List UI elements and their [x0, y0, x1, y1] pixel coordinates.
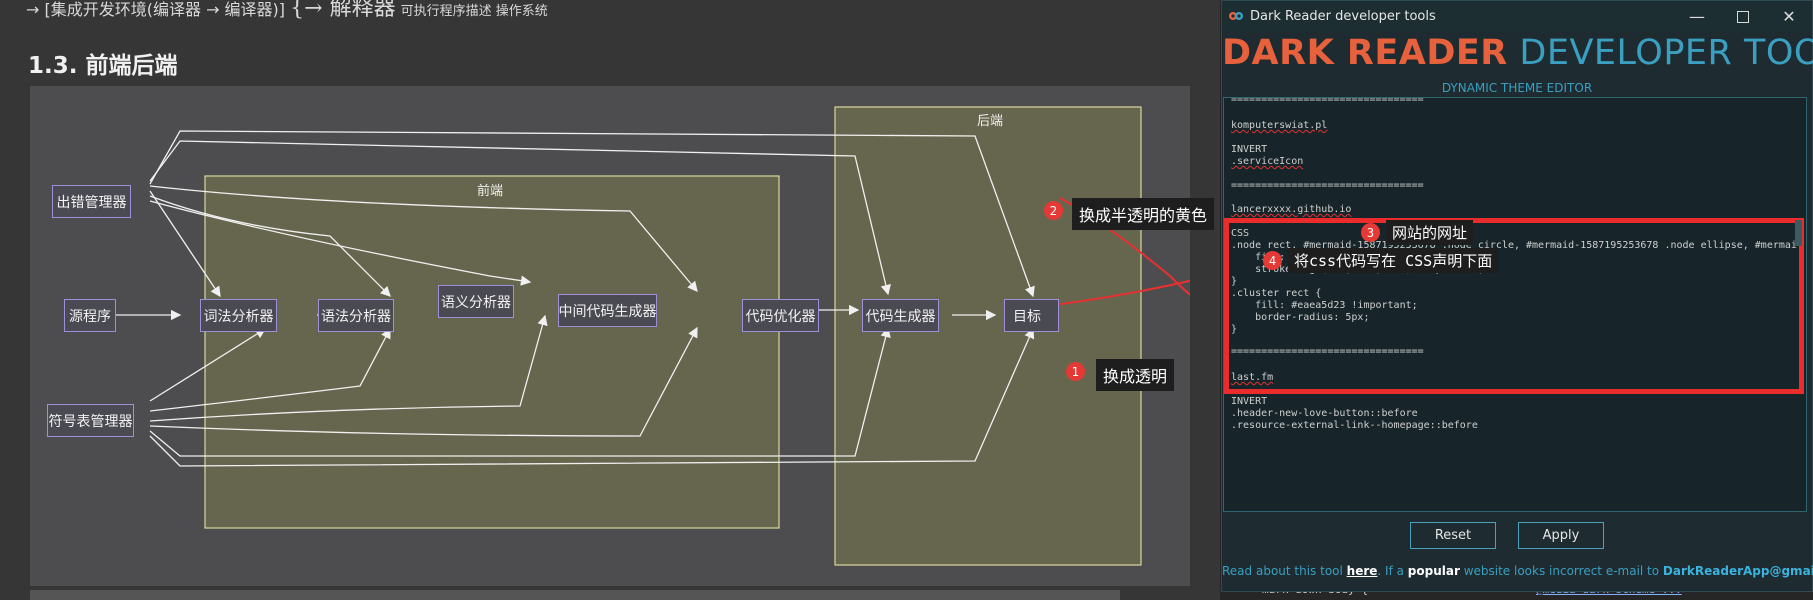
fragment-small: 可执行程序描述 操作系统 — [400, 4, 548, 19]
node-parser: 语法分析器 — [318, 299, 394, 332]
footer-pre: Read about this tool — [1222, 564, 1347, 578]
dark-reader-window: Dark Reader developer tools — ✕ DARK REA… — [1221, 0, 1813, 592]
window-title: Dark Reader developer tools — [1250, 9, 1436, 24]
annotation-1-text: 换成透明 — [1096, 359, 1175, 391]
code-selector: .resource-external-link--homepage::befor… — [1231, 420, 1478, 431]
footer-text: Read about this tool here. If a popular … — [1222, 564, 1813, 578]
node-target: 目标 — [1004, 299, 1059, 332]
node-semantic: 语义分析器 — [438, 285, 514, 318]
code-separator: ================================ — [1231, 180, 1424, 191]
node-lexer: 词法分析器 — [200, 299, 277, 332]
node-ir-generator: 中间代码生成器 — [558, 294, 657, 327]
brand-rest: DEVELOPER TOOLS — [1519, 33, 1813, 73]
subtitle: DYNAMIC THEME EDITOR — [1441, 81, 1593, 95]
reset-button[interactable]: Reset — [1410, 522, 1496, 549]
node-optimizer: 代码优化器 — [742, 299, 819, 332]
horizontal-scrollbar[interactable] — [30, 590, 1120, 600]
title-bar[interactable]: Dark Reader developer tools — ✕ — [1222, 1, 1812, 32]
node-codegen: 代码生成器 — [862, 299, 939, 332]
document-pane: → [集成开发环境(编译器 → 编译器)] {→ 解释器 可执行程序描述 操作系… — [0, 0, 1220, 600]
close-button[interactable]: ✕ — [1766, 1, 1812, 32]
theme-editor-textarea[interactable]: ================================ kompute… — [1223, 97, 1807, 512]
frontend-label: 前端 — [476, 184, 503, 199]
code-keyword: INVERT — [1231, 396, 1268, 407]
close-icon: ✕ — [1782, 7, 1796, 26]
fragment-brace: {→ 解释器 — [290, 0, 396, 21]
top-formula-fragment: → [集成开发环境(编译器 → 编译器)] {→ 解释器 可执行程序描述 操作系… — [26, 0, 548, 22]
footer-email-link[interactable]: DarkReaderApp@gmail.com — [1663, 564, 1813, 578]
maximize-icon — [1737, 10, 1749, 23]
backend-label: 后端 — [976, 114, 1003, 129]
fragment-left: → [集成开发环境(编译器 → 编译器)] — [26, 0, 286, 19]
highlight-box — [1224, 218, 1804, 394]
minimize-icon: — — [1689, 7, 1705, 26]
node-source: 源程序 — [64, 299, 116, 332]
annotation-2-badge: 2 — [1044, 201, 1063, 220]
section-heading: 1.3. 前端后端 — [28, 53, 178, 79]
maximize-button[interactable] — [1720, 1, 1766, 32]
footer-here-link[interactable]: here — [1347, 564, 1378, 578]
code-site: komputerswiat.pl — [1231, 120, 1328, 131]
node-symbol-table: 符号表管理器 — [47, 404, 134, 437]
code-site: lancerxxxx.github.io — [1231, 204, 1352, 215]
annotation-3-text: 网站的网址 — [1386, 220, 1474, 245]
frontend-cluster — [204, 175, 780, 529]
code-separator: ================================ — [1231, 97, 1424, 105]
footer-mid2: website looks incorrect e-mail to — [1459, 564, 1663, 578]
minimize-button[interactable]: — — [1674, 1, 1720, 32]
node-error-manager: 出错管理器 — [52, 185, 131, 218]
annotation-2-text: 换成半透明的黄色 — [1072, 198, 1215, 230]
brand-main: DARK READER — [1222, 33, 1508, 73]
dark-reader-logo-icon — [1229, 12, 1243, 20]
annotation-1-badge: 1 — [1066, 362, 1085, 381]
editor-scrollbar[interactable] — [1795, 220, 1802, 246]
diagram-edges — [115, 106, 1190, 566]
annotation-4-text: 将css代码写在 CSS声明下面 — [1288, 248, 1499, 273]
annotation-3-badge: 3 — [1361, 223, 1380, 242]
footer-mid1: . If a — [1377, 564, 1408, 578]
apply-button[interactable]: Apply — [1518, 522, 1604, 549]
code-keyword: INVERT — [1231, 144, 1268, 155]
brand-heading: DARK READER DEVELOPER TOOLS — [1222, 33, 1813, 73]
compiler-diagram: 后端 前端 出错管理器 源程序 符号表管理器 词法分析器 语法分析器 语义分析器… — [30, 86, 1190, 586]
code-selector: .header-new-love-button::before — [1231, 408, 1418, 419]
footer-popular: popular — [1407, 564, 1460, 578]
backend-cluster — [834, 106, 1142, 566]
annotation-4-badge: 4 — [1263, 251, 1282, 270]
code-selector: .serviceIcon — [1231, 156, 1304, 167]
